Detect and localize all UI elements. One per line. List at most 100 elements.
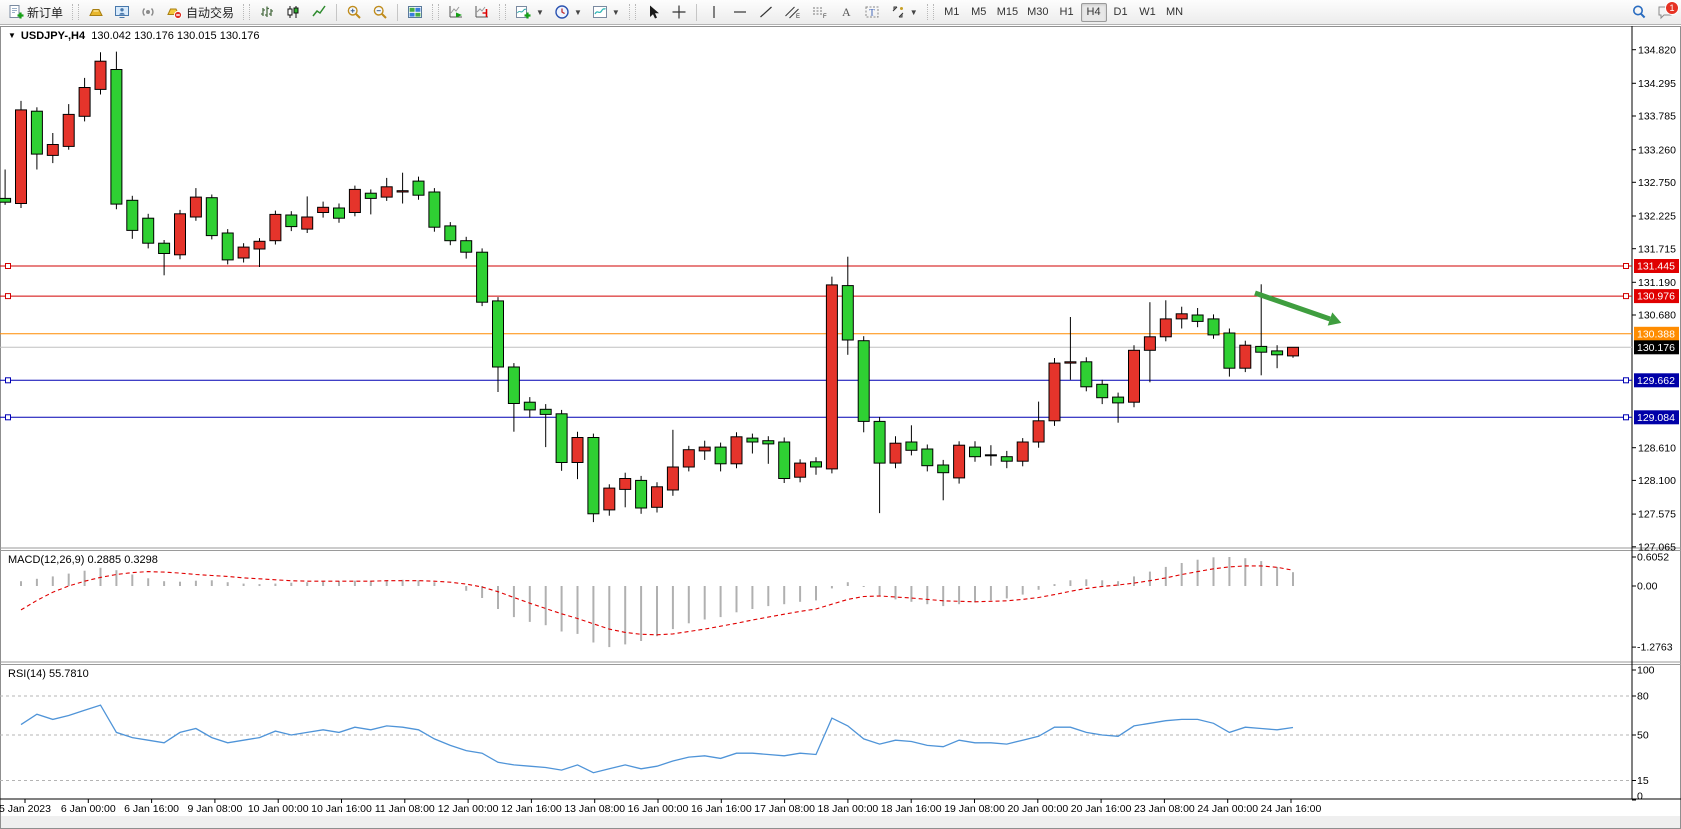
svg-text:10 Jan 00:00: 10 Jan 00:00	[248, 803, 309, 815]
new-order-button[interactable]: 新订单	[4, 2, 67, 23]
line-chart-button[interactable]	[307, 2, 331, 23]
ohlc-values: 130.042 130.176 130.015 130.176	[91, 30, 259, 42]
arrows-button[interactable]: ▼	[886, 2, 922, 23]
candle	[286, 215, 297, 227]
chart-shift-button[interactable]	[470, 2, 494, 23]
toolbar-grip	[72, 4, 79, 20]
chart-template-button[interactable]: ▼	[588, 2, 624, 23]
add-indicator-button[interactable]: ▼	[511, 2, 548, 23]
candle	[556, 414, 567, 463]
equidistant-channel-button[interactable]: E	[780, 2, 805, 23]
vertical-line-button[interactable]	[702, 2, 726, 23]
timeframe-H4[interactable]: H4	[1081, 3, 1107, 22]
terminal-button[interactable]	[110, 2, 134, 23]
search-button[interactable]	[1627, 2, 1651, 23]
candle	[588, 438, 599, 514]
cursor-icon	[645, 4, 661, 20]
toolbar-grip	[243, 4, 250, 20]
arrows-icon	[890, 4, 906, 20]
candle	[461, 241, 472, 253]
chevron-down-icon: ▼	[574, 8, 582, 17]
candle	[524, 402, 535, 410]
candle	[1240, 345, 1251, 368]
toolbar-grip	[499, 4, 506, 20]
new-order-icon	[8, 4, 24, 20]
gold-button[interactable]	[84, 2, 108, 23]
candle	[683, 450, 694, 467]
candle	[477, 252, 488, 302]
timeframe-M30[interactable]: M30	[1023, 3, 1052, 22]
svg-text:15: 15	[1637, 775, 1649, 787]
svg-text:16 Jan 16:00: 16 Jan 16:00	[691, 803, 752, 815]
timeframe-M15[interactable]: M15	[993, 3, 1022, 22]
candle	[1113, 397, 1124, 403]
candle	[413, 181, 424, 195]
svg-text:6 Jan 00:00: 6 Jan 00:00	[61, 803, 116, 815]
candle	[222, 233, 233, 260]
chart-template-icon	[592, 4, 608, 20]
chat-button[interactable]: 1	[1653, 2, 1677, 23]
autotrade-button[interactable]: 自动交易	[162, 2, 238, 23]
text-button[interactable]: A	[834, 2, 858, 23]
candle	[1256, 346, 1267, 352]
candle	[1176, 314, 1187, 319]
candle	[254, 241, 265, 249]
candle	[334, 208, 345, 218]
candle	[715, 447, 726, 464]
candlestick-chart-button[interactable]	[281, 2, 305, 23]
auto-scroll-icon	[448, 4, 464, 20]
chart-window: 131.445130.976130.388130.176129.662129.0…	[0, 26, 1681, 829]
candle	[890, 443, 901, 463]
crosshair-button[interactable]	[667, 2, 691, 23]
timeframe-MN[interactable]: MN	[1162, 3, 1188, 22]
candle	[429, 192, 440, 227]
candle	[731, 437, 742, 464]
candle	[0, 198, 11, 202]
symbol-dropdown-icon[interactable]: ▼	[8, 31, 16, 40]
zoom-in-button[interactable]	[342, 2, 366, 23]
timeframe-D1[interactable]: D1	[1108, 3, 1134, 22]
timeframe-M5[interactable]: M5	[966, 3, 992, 22]
terminal-user-icon	[114, 4, 130, 20]
horizontal-line-button[interactable]	[728, 2, 752, 23]
svg-text:18 Jan 00:00: 18 Jan 00:00	[818, 803, 879, 815]
svg-text:10 Jan 16:00: 10 Jan 16:00	[311, 803, 372, 815]
candle	[1288, 347, 1299, 356]
svg-text:130.388: 130.388	[1637, 328, 1675, 340]
autotrade-icon	[166, 4, 183, 20]
svg-text:50: 50	[1637, 730, 1649, 742]
candle	[795, 463, 806, 477]
svg-text:128.100: 128.100	[1638, 475, 1676, 487]
chart-canvas[interactable]: 131.445130.976130.388130.176129.662129.0…	[0, 26, 1681, 829]
bar-chart-button[interactable]	[255, 2, 279, 23]
candle	[970, 447, 981, 457]
fibonacci-button[interactable]: F	[807, 2, 832, 23]
toolbar-separator	[696, 4, 697, 21]
candle	[1129, 350, 1140, 402]
macd-main-value: 0.2885	[87, 554, 121, 566]
signals-icon	[140, 4, 156, 20]
candle	[381, 187, 392, 197]
candle	[365, 193, 376, 198]
text-label-button[interactable]: T	[860, 2, 884, 23]
candle	[779, 442, 790, 479]
candle	[31, 111, 42, 154]
timeframe-H1[interactable]: H1	[1054, 3, 1080, 22]
svg-text:24 Jan 16:00: 24 Jan 16:00	[1261, 803, 1322, 815]
signals-button[interactable]	[136, 2, 160, 23]
timeframe-M1[interactable]: M1	[939, 3, 965, 22]
rsi-label: RSI(14) 55.7810	[8, 668, 89, 680]
tile-windows-button[interactable]	[403, 2, 427, 23]
candle	[1160, 319, 1171, 337]
cursor-button[interactable]	[641, 2, 665, 23]
svg-text:80: 80	[1637, 691, 1649, 703]
auto-scroll-button[interactable]	[444, 2, 468, 23]
periods-clock-button[interactable]: ▼	[550, 2, 586, 23]
svg-text:0.00: 0.00	[1637, 581, 1658, 593]
zoom-out-button[interactable]	[368, 2, 392, 23]
candle	[922, 449, 933, 466]
candle	[620, 479, 631, 490]
svg-text:20 Jan 16:00: 20 Jan 16:00	[1071, 803, 1132, 815]
timeframe-W1[interactable]: W1	[1135, 3, 1161, 22]
trendline-button[interactable]	[754, 2, 778, 23]
